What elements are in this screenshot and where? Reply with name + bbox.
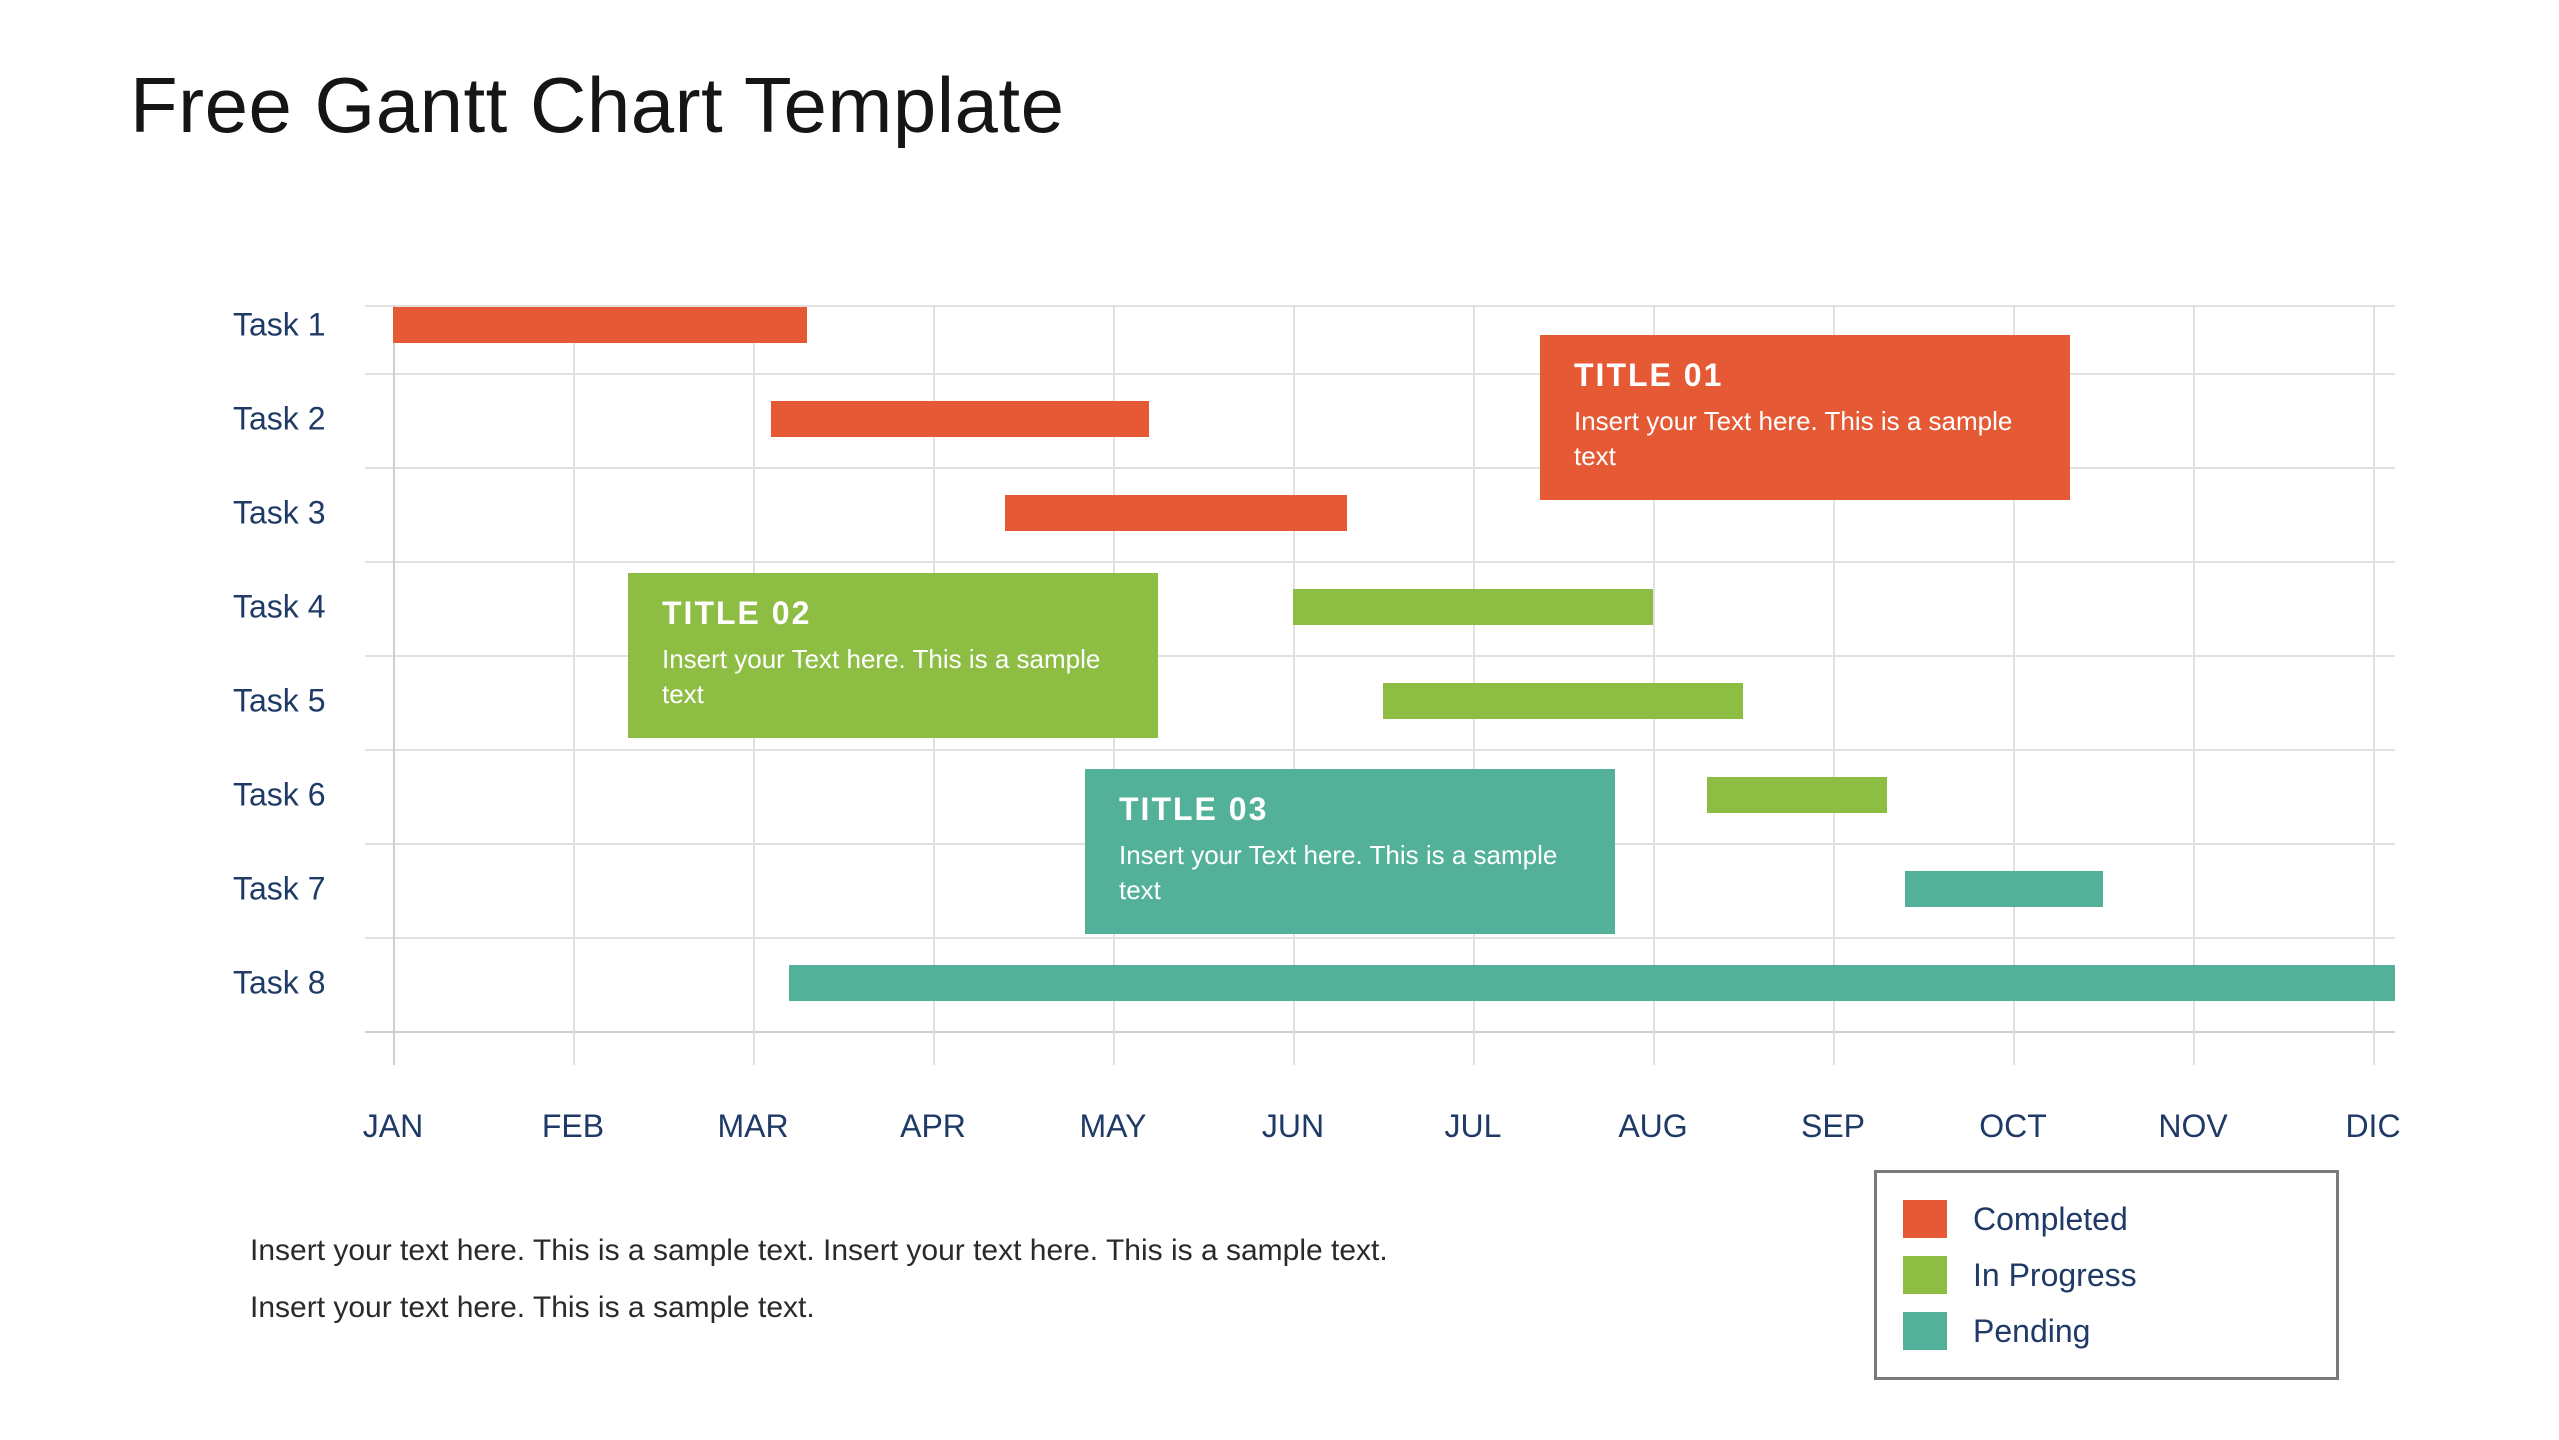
task-label: Task 4 [233,589,325,626]
bar-task8 [789,965,2395,1001]
month-label: OCT [1979,1108,2047,1145]
footer-text: Insert your text here. This is a sample … [250,1222,1388,1336]
month-label: JAN [363,1108,423,1145]
task-label: Task 1 [233,307,325,344]
task-label: Task 6 [233,777,325,814]
callout-02: TITLE 02 Insert your Text here. This is … [628,573,1158,738]
bar-task3 [1005,495,1347,531]
legend-label: In Progress [1973,1257,2137,1294]
callout-title: TITLE 01 [1574,357,2036,394]
bar-task1 [393,307,807,343]
month-label: DIC [2345,1108,2400,1145]
legend-item-pending: Pending [1903,1303,2310,1359]
bar-task2 [771,401,1149,437]
callout-03: TITLE 03 Insert your Text here. This is … [1085,769,1615,934]
task-label: Task 2 [233,401,325,438]
month-label: APR [900,1108,966,1145]
month-label: JUL [1445,1108,1502,1145]
bar-task7 [1905,871,2103,907]
month-label: MAR [717,1108,788,1145]
callout-01: TITLE 01 Insert your Text here. This is … [1540,335,2070,500]
legend: Completed In Progress Pending [1874,1170,2339,1380]
month-label: SEP [1801,1108,1865,1145]
callout-body: Insert your Text here. This is a sample … [1574,404,2036,474]
callout-body: Insert your Text here. This is a sample … [1119,838,1581,908]
month-label: FEB [542,1108,604,1145]
callout-title: TITLE 02 [662,595,1124,632]
callout-title: TITLE 03 [1119,791,1581,828]
bar-task5 [1383,683,1743,719]
task-label: Task 5 [233,683,325,720]
legend-label: Completed [1973,1201,2128,1238]
legend-label: Pending [1973,1313,2090,1350]
legend-swatch [1903,1256,1947,1294]
month-label: JUN [1262,1108,1324,1145]
bar-task4 [1293,589,1653,625]
task-label: Task 7 [233,871,325,908]
month-label: AUG [1618,1108,1687,1145]
task-label: Task 3 [233,495,325,532]
legend-swatch [1903,1200,1947,1238]
month-label: NOV [2158,1108,2227,1145]
month-label: MAY [1080,1108,1147,1145]
legend-swatch [1903,1312,1947,1350]
task-label: Task 8 [233,965,325,1002]
legend-item-completed: Completed [1903,1191,2310,1247]
page-title: Free Gantt Chart Template [130,60,1064,151]
legend-item-inprogress: In Progress [1903,1247,2310,1303]
callout-body: Insert your Text here. This is a sample … [662,642,1124,712]
bar-task6 [1707,777,1887,813]
